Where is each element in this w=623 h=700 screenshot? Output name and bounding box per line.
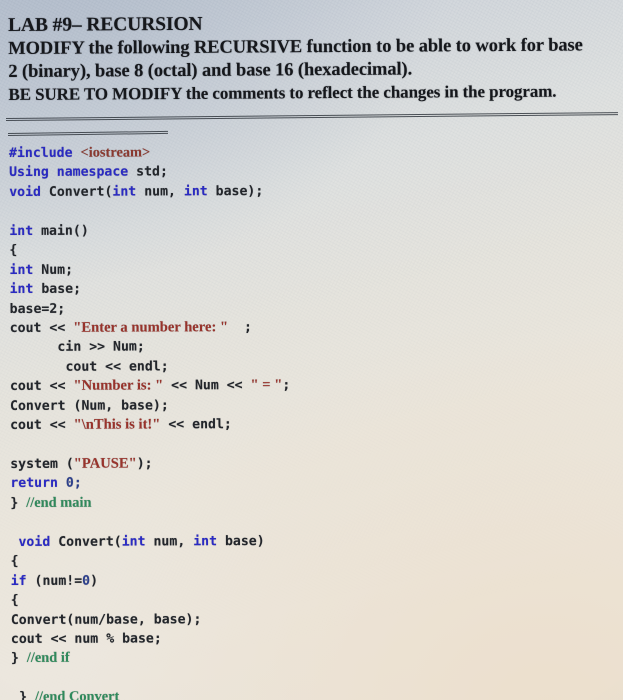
code-line: return 0; — [10, 472, 623, 494]
code-token-kw: void — [9, 184, 41, 200]
code-line: system ("PAUSE"); — [10, 453, 623, 475]
code-token-pl: base); — [207, 183, 264, 200]
code-line: int main() — [9, 219, 623, 241]
code-token-kw: int — [9, 281, 34, 298]
code-token-kw: int — [193, 533, 218, 550]
code-token-cmt: //end main — [26, 494, 92, 511]
code-token-pl: cout << — [9, 379, 74, 395]
code-token-pl: Convert (Num, base); — [9, 398, 169, 414]
code-token-pl: { — [10, 554, 19, 570]
code-line: Convert (Num, base); — [10, 394, 623, 416]
code-token-pl: { — [9, 243, 18, 259]
code-token-kw: int — [9, 262, 34, 278]
code-token-pl: } — [19, 690, 35, 700]
code-line: cout << "Number is: " << Num << " = "; — [10, 375, 623, 397]
code-token-kw: int — [183, 184, 208, 200]
code-token-pl: base; — [33, 281, 82, 297]
code-token-str: " = " — [250, 377, 283, 394]
code-token-pl: Num; — [33, 262, 74, 278]
code-token-pl: } — [10, 495, 27, 511]
horizontal-rule-bottom — [7, 130, 169, 136]
code-line: { — [11, 550, 623, 572]
code-token-pl: ) — [90, 573, 99, 589]
code-token-cmt: //end Convert — [34, 688, 120, 700]
horizontal-rule-top — [5, 112, 618, 121]
heading-line-comments: BE SURE TO MODIFY the comments to reflec… — [8, 81, 557, 104]
code-line: if (num!=0) — [11, 569, 623, 591]
code-token-kw: int — [9, 223, 34, 239]
code-token-pl: ; — [228, 320, 252, 336]
code-line: cout << endl; — [10, 355, 623, 377]
code-token-cmt: //end if — [26, 650, 70, 667]
code-token-pl: cout << num % base; — [10, 631, 162, 647]
code-token-pl: Convert(num/base, base); — [10, 611, 202, 628]
code-token-pl: cout << — [9, 320, 74, 336]
code-token-pl: base) — [216, 533, 265, 549]
code-line: } //end Convert — [11, 686, 623, 700]
code-token-kw: int — [112, 184, 137, 200]
code-token-str: "Enter a number here: " — [73, 319, 229, 336]
code-token-kw: int — [121, 534, 146, 550]
code-token-pl: (num!= — [26, 573, 83, 589]
code-line: int base; — [10, 278, 623, 300]
code-token-str: "\nThis is it!" — [73, 416, 161, 433]
code-line: #include <iostream> — [9, 142, 623, 164]
code-token-pl: { — [10, 593, 19, 609]
heading-line-modify: MODIFY the following RECURSIVE function … — [8, 35, 583, 59]
code-line: { — [11, 589, 623, 611]
code-token-pl: cout << — [10, 417, 74, 434]
code-line: cin >> Num; — [10, 336, 623, 358]
code-token-num: 0; — [65, 476, 82, 492]
code-token-pl: num, — [136, 184, 184, 200]
code-token-pl: << endl; — [160, 417, 232, 433]
code-token-pl: ); — [136, 456, 153, 472]
code-token-pl: std; — [128, 164, 168, 180]
code-line: cout << "\nThis is it!" << endl; — [10, 414, 623, 436]
code-token-pl: << Num << — [163, 378, 251, 394]
code-token-pl: main() — [33, 223, 89, 239]
code-line: } //end if — [11, 647, 623, 669]
code-token-inc: <iostream> — [80, 144, 151, 161]
code-token-kw: if — [10, 573, 27, 589]
code-line: base=2; — [10, 297, 623, 319]
code-line: } //end main — [10, 492, 623, 514]
code-token-pl: system ( — [10, 456, 74, 472]
code-token-pl: base=2; — [9, 301, 66, 317]
document-photo-page: LAB #9– RECURSION MODIFY the following R… — [0, 0, 623, 700]
code-line: cout << "Enter a number here: " ; — [10, 317, 623, 339]
code-line: Using namespace std; — [9, 161, 623, 183]
code-line: cout << num % base; — [11, 628, 623, 650]
code-line: Convert(num/base, base); — [11, 608, 623, 630]
code-token-kw: return — [10, 476, 58, 492]
code-token-pl: Convert( — [50, 534, 122, 550]
assignment-heading: LAB #9– RECURSION MODIFY the following R… — [8, 10, 623, 106]
code-token-pl: num, — [145, 534, 194, 550]
code-token-pl: cout << endl; — [65, 359, 169, 375]
code-token-str: "PAUSE" — [73, 455, 137, 472]
code-token-pl: ; — [282, 378, 291, 394]
code-line: void Convert(int num, int base); — [9, 181, 623, 203]
code-token-str: "Number is: " — [73, 377, 164, 395]
code-token-pl: cin >> Num; — [57, 339, 145, 356]
source-code-listing: #include <iostream> Using namespace std; v… — [9, 142, 623, 700]
code-token-kw: Using namespace — [9, 164, 129, 181]
code-token-pl: } — [10, 651, 27, 667]
code-token-kw: void — [18, 534, 51, 550]
code-line: { — [9, 239, 623, 261]
code-line: int Num; — [9, 258, 623, 280]
code-line: void Convert(int num, int base) — [10, 530, 623, 552]
code-token-pl: Convert( — [40, 184, 113, 200]
code-token-kw: #include — [9, 145, 73, 161]
